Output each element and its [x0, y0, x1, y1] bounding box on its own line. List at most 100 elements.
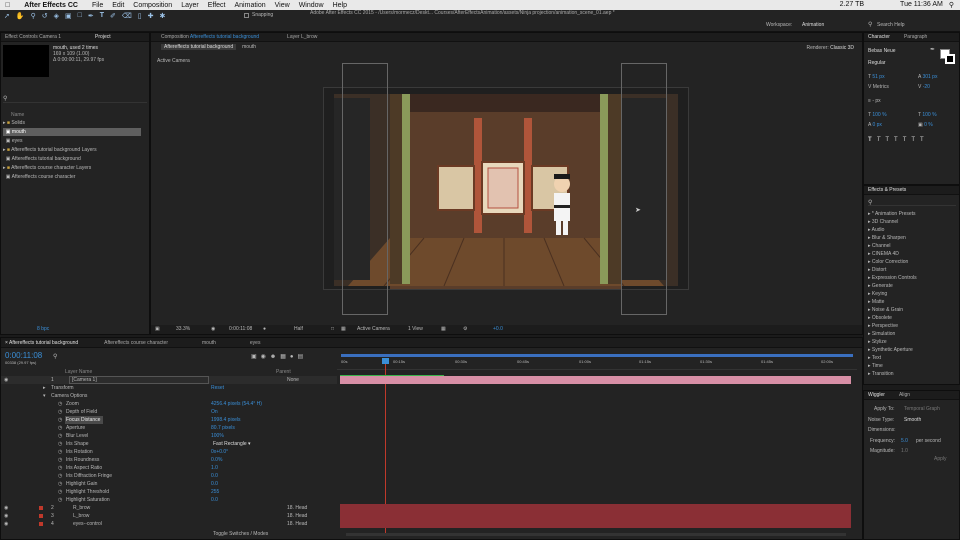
list-item[interactable]: ▸ Blur & Sharpen — [864, 234, 960, 242]
tab-paragraph[interactable]: Paragraph — [904, 34, 927, 40]
grid-icon[interactable]: ▦ — [441, 325, 446, 334]
label-color-swatch[interactable] — [39, 522, 43, 526]
list-item[interactable]: ▸ Transition — [864, 370, 960, 378]
tab-character[interactable]: Character — [868, 34, 890, 40]
list-item[interactable]: ▸ Noise & Grain — [864, 306, 960, 314]
selection-tool-icon[interactable]: ➚ — [4, 12, 10, 20]
name-column-header[interactable]: Name — [11, 111, 24, 119]
prop-row[interactable]: ◷ Focus Distance 1998.4 pixels — [1, 416, 337, 424]
layer-name[interactable]: [Camera 1] — [69, 376, 209, 384]
type-tool-icon[interactable]: T — [100, 12, 104, 20]
rectangle-tool-icon[interactable]: □ — [78, 12, 82, 20]
tracking-field[interactable]: V -20 — [918, 83, 930, 91]
graph-editor-icon[interactable]: ▤ — [298, 354, 308, 360]
list-item[interactable]: ▸ ■ Aftereffects course character Layers — [3, 164, 91, 172]
stopwatch-icon[interactable]: ◷ — [58, 456, 62, 464]
exposure-value[interactable]: +0.0 — [493, 325, 503, 334]
eyedropper-icon[interactable]: ✒ — [930, 46, 935, 53]
tab-timeline-character[interactable]: Aftereffects course character — [104, 340, 168, 346]
list-item[interactable]: ▸ CINEMA 4D — [864, 250, 960, 258]
stopwatch-icon[interactable]: ◷ — [58, 488, 62, 496]
stopwatch-icon[interactable]: ◷ — [58, 400, 62, 408]
zoom-select[interactable]: 33.3% — [176, 325, 190, 334]
menu-file[interactable]: File — [92, 2, 103, 9]
effects-search-input[interactable]: ⚲ — [868, 199, 956, 206]
shy-icon[interactable]: ☻ — [270, 354, 280, 360]
list-item[interactable]: ▸ Channel — [864, 242, 960, 250]
prop-row[interactable]: ◷ Highlight Threshold 255 — [1, 488, 337, 496]
work-area-bar[interactable] — [341, 354, 853, 357]
prop-value[interactable]: 1.0 — [211, 464, 218, 472]
camera-tool-icon[interactable]: ◈ — [54, 12, 59, 20]
prop-value[interactable]: 0.0 — [211, 472, 218, 480]
tab-wiggler[interactable]: Wiggler — [868, 392, 885, 398]
comp-mini-flowchart-icon[interactable]: ▣ — [251, 354, 261, 360]
snapshot-icon[interactable]: ◉ — [211, 325, 215, 334]
pan-behind-tool-icon[interactable]: ▣ — [65, 12, 72, 20]
menu-layer[interactable]: Layer — [181, 2, 199, 9]
iris-shape-select[interactable]: Fast Rectangle ▾ — [213, 440, 251, 448]
list-item[interactable]: ▣ Aftereffects course character — [3, 173, 76, 181]
tab-effects-presets[interactable]: Effects & Presets — [868, 187, 906, 193]
visibility-icon[interactable]: ◉ — [4, 513, 8, 519]
list-item[interactable]: ▸ Audio — [864, 226, 960, 234]
parent-header[interactable]: Parent — [276, 368, 291, 376]
layer-row[interactable]: ◉ 2 R_brow 18. Head — [1, 504, 337, 512]
noise-type-select[interactable]: Smooth — [904, 416, 921, 424]
list-item[interactable]: ▸ Simulation — [864, 330, 960, 338]
prop-value[interactable]: On — [211, 408, 218, 416]
tab-timeline-bg[interactable]: × Aftereffects tutorial background — [5, 340, 78, 346]
stopwatch-icon[interactable]: ◷ — [58, 464, 62, 472]
draft-3d-icon[interactable]: ◉ — [261, 354, 270, 360]
parent-select[interactable]: 18. Head — [287, 512, 307, 520]
search-icon[interactable]: ⚲ — [949, 1, 954, 9]
prop-value[interactable]: 0.0 — [211, 496, 218, 504]
font-family-select[interactable]: Bebas Neue — [868, 47, 896, 55]
always-preview-icon[interactable]: ▣ — [155, 326, 160, 332]
prop-row[interactable]: ◷ Highlight Saturation 0.0 — [1, 496, 337, 504]
timecode[interactable]: 0:00:11:08 — [5, 351, 42, 360]
faux-bold-button[interactable]: T — [868, 137, 877, 143]
menu-effect[interactable]: Effect — [208, 2, 226, 9]
list-item[interactable]: ▣ Aftereffects tutorial background — [3, 155, 81, 163]
vertical-scale-field[interactable]: T 100 % — [868, 111, 887, 119]
leading-field[interactable]: A 301 px — [918, 73, 937, 81]
layer-name[interactable]: eyes--control — [73, 520, 102, 528]
list-item[interactable]: ▸ ■ Solids — [3, 119, 149, 127]
breadcrumb-item[interactable]: Aftereffects tutorial background — [161, 44, 237, 50]
fill-stroke-swatch[interactable] — [940, 49, 956, 65]
list-item[interactable]: ▸ Matte — [864, 298, 960, 306]
camera-layer-bar[interactable] — [340, 376, 851, 384]
list-item[interactable]: ▸ Keying — [864, 290, 960, 298]
list-item[interactable]: ▸ 3D Channel — [864, 218, 960, 226]
layer-row[interactable]: ◉ 4 eyes--control 18. Head — [1, 520, 337, 528]
list-item[interactable]: ▣ eyes — [3, 137, 23, 145]
menu-view[interactable]: View — [275, 2, 290, 9]
prop-row[interactable]: ◷ Iris Rotation 0x+0.0° — [1, 448, 337, 456]
frequency-field[interactable]: 5.0 — [901, 437, 908, 445]
prop-row[interactable]: ◷ Highlight Gain 0.0 — [1, 480, 337, 488]
label-color-swatch[interactable] — [39, 506, 43, 510]
layout-select[interactable]: 1 View — [408, 325, 423, 334]
transparency-icon[interactable]: ▦ — [341, 325, 346, 334]
pen-tool-icon[interactable]: ✒ — [88, 12, 94, 20]
prop-value[interactable]: 255 — [211, 488, 219, 496]
list-item[interactable]: ▸ Synthetic Aperture — [864, 346, 960, 354]
prop-row[interactable]: ◷ Iris Roundness 0.0% — [1, 456, 337, 464]
stopwatch-icon[interactable]: ◷ — [58, 424, 62, 432]
prop-row[interactable]: ◷ Aperture 80.7 pixels — [1, 424, 337, 432]
font-style-select[interactable]: Regular — [868, 59, 886, 67]
baseline-shift-field[interactable]: A 0 px — [868, 121, 882, 129]
menu-edit[interactable]: Edit — [112, 2, 124, 9]
prop-value[interactable]: Reset — [211, 384, 224, 392]
layer-name-header[interactable]: Layer Name — [65, 368, 92, 376]
flowchart-icon[interactable]: ⚙ — [463, 325, 467, 334]
list-item[interactable]: ▸ Distort — [864, 266, 960, 274]
bpc-button[interactable]: 8 bpc — [37, 325, 49, 333]
font-size-field[interactable]: T 51 px — [868, 73, 885, 81]
parent-select[interactable]: None — [287, 376, 299, 384]
apply-button[interactable]: Apply — [934, 455, 947, 463]
project-search-input[interactable]: ⚲ — [3, 95, 147, 103]
list-item[interactable]: ▸ Expression Controls — [864, 274, 960, 282]
zoom-tool-icon[interactable]: ⚲ — [31, 12, 36, 20]
